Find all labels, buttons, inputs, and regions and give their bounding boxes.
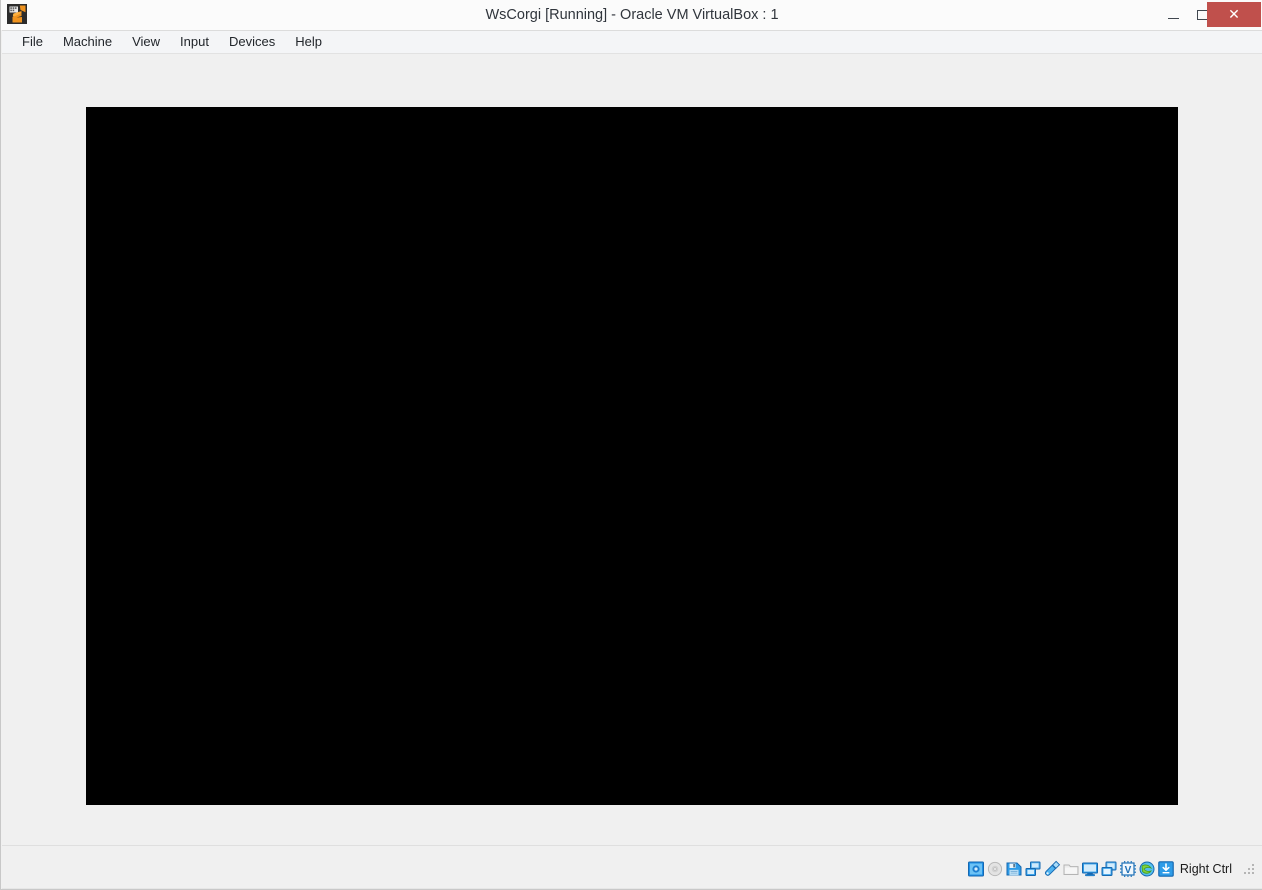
host-key-icon[interactable] xyxy=(1157,860,1175,878)
close-icon: ✕ xyxy=(1228,6,1240,23)
menu-file[interactable]: File xyxy=(12,31,53,53)
minimize-icon xyxy=(1167,17,1179,19)
display-icon[interactable] xyxy=(1081,860,1099,878)
menu-devices[interactable]: Devices xyxy=(219,31,285,53)
vm-client-area xyxy=(2,54,1262,845)
status-bar: V Right Ctrl xyxy=(2,845,1262,889)
menu-machine[interactable]: Machine xyxy=(53,31,122,53)
virtualbox-icon[interactable] xyxy=(7,4,27,24)
status-icon-tray: V Right Ctrl xyxy=(967,859,1258,879)
menu-help[interactable]: Help xyxy=(285,31,332,53)
resize-grip[interactable] xyxy=(1242,862,1256,876)
maximize-icon xyxy=(1196,9,1208,20)
floppy-disk-icon[interactable] xyxy=(1005,860,1023,878)
window-title: WsCorgi [Running] - Oracle VM VirtualBox… xyxy=(485,7,779,23)
status-bar-divider xyxy=(2,888,1262,889)
host-key-label: Right Ctrl xyxy=(1179,862,1232,876)
optical-disk-icon[interactable] xyxy=(986,860,1004,878)
recording-icon[interactable] xyxy=(1100,860,1118,878)
vm-guest-display[interactable] xyxy=(86,107,1178,805)
virtualization-icon[interactable]: V xyxy=(1119,860,1137,878)
network-icon[interactable] xyxy=(1024,860,1042,878)
title-bar[interactable]: WsCorgi [Running] - Oracle VM VirtualBox… xyxy=(1,0,1262,30)
menu-input[interactable]: Input xyxy=(170,31,219,53)
shared-folders-icon[interactable] xyxy=(1062,860,1080,878)
menu-view[interactable]: View xyxy=(122,31,170,53)
minimize-button[interactable] xyxy=(1158,2,1188,27)
mouse-integration-icon[interactable] xyxy=(1138,860,1156,878)
usb-icon[interactable] xyxy=(1043,860,1061,878)
menu-bar: File Machine View Input Devices Help xyxy=(2,30,1262,54)
svg-text:V: V xyxy=(1125,865,1132,876)
hard-disk-icon[interactable] xyxy=(967,860,985,878)
virtualbox-vm-window: WsCorgi [Running] - Oracle VM VirtualBox… xyxy=(0,0,1262,890)
close-button[interactable]: ✕ xyxy=(1207,2,1261,27)
